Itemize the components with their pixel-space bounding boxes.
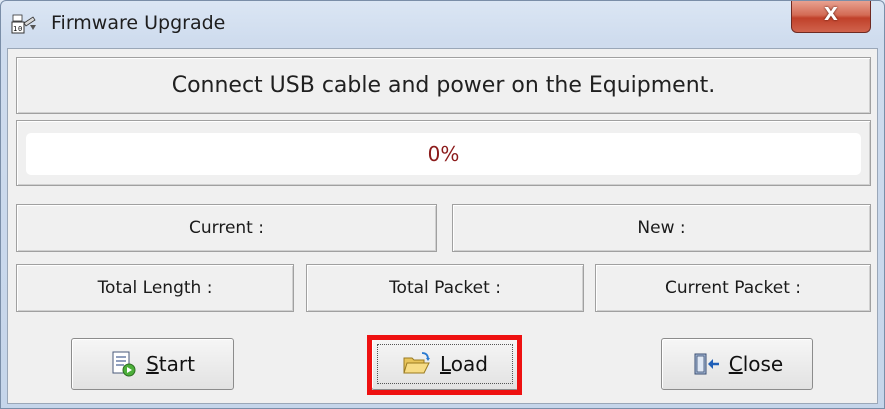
client-area: Connect USB cable and power on the Equip… xyxy=(7,48,878,404)
total-packet-label: Total Packet : xyxy=(306,264,584,312)
firmware-app-icon: 1 0 xyxy=(11,14,36,34)
current-packet-label: Current Packet : xyxy=(595,264,871,312)
svg-text:0: 0 xyxy=(18,25,22,33)
focus-rectangle xyxy=(377,344,513,384)
firmware-upgrade-window: 1 0 Firmware Upgrade X Connect USB cable… xyxy=(0,0,885,409)
window-title: Firmware Upgrade xyxy=(51,12,226,34)
title-bar[interactable]: 1 0 Firmware Upgrade X xyxy=(1,1,884,45)
close-button-label: Close xyxy=(728,352,784,376)
document-start-icon xyxy=(112,351,136,377)
total-length-label: Total Length : xyxy=(16,264,294,312)
close-icon: X xyxy=(824,4,838,25)
exit-door-icon xyxy=(694,353,719,375)
start-button-label: Start xyxy=(146,352,195,376)
load-button[interactable]: Load xyxy=(371,338,519,390)
progress-label: 0% xyxy=(427,142,460,166)
close-button[interactable]: Close xyxy=(661,338,813,390)
status-message: Connect USB cable and power on the Equip… xyxy=(16,57,871,114)
start-button[interactable]: Start xyxy=(71,338,234,390)
window-close-button[interactable]: X xyxy=(791,1,871,33)
progress-panel: 0% xyxy=(16,120,871,186)
svg-text:1: 1 xyxy=(13,25,17,33)
progress-bar: 0% xyxy=(26,133,861,175)
new-version-label: New : xyxy=(452,204,871,252)
current-version-label: Current : xyxy=(16,204,437,252)
